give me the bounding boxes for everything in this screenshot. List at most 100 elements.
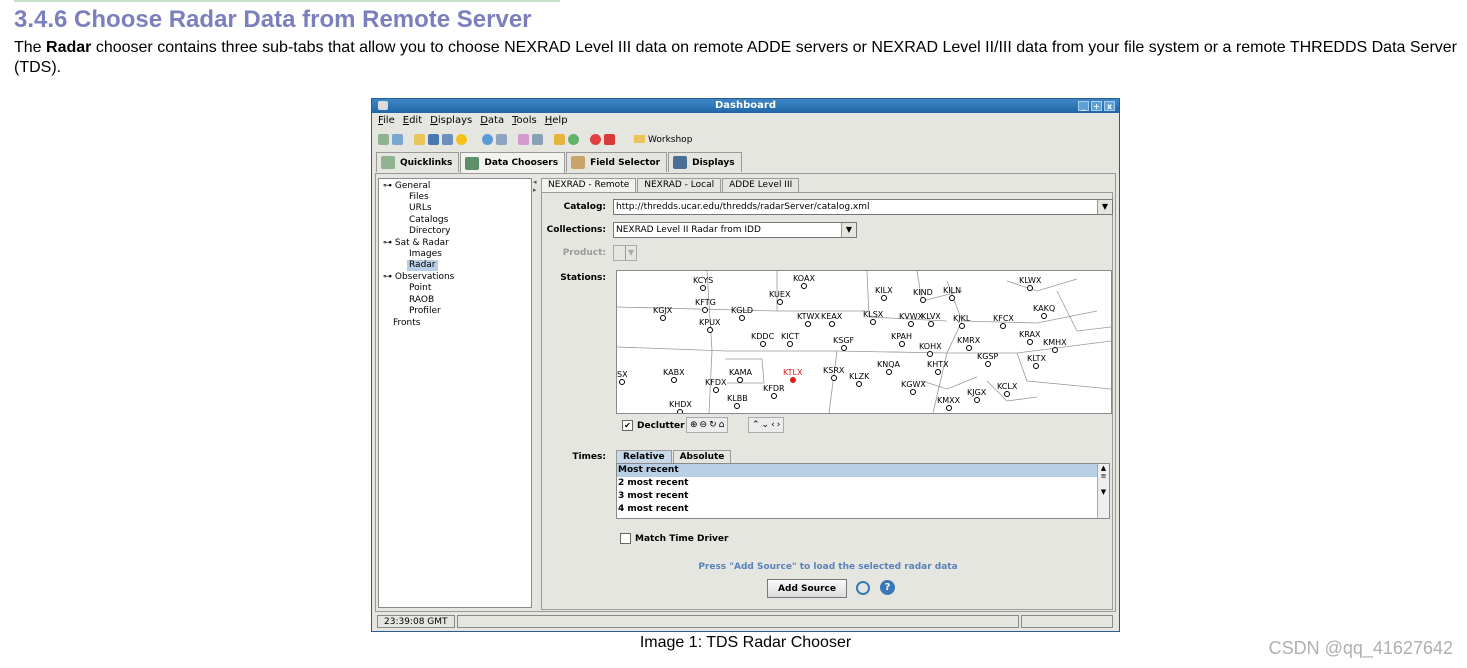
station-kvwx[interactable]: KVWX <box>899 313 923 327</box>
reset-view-icon[interactable]: ↻ <box>709 420 717 430</box>
tree-fronts[interactable]: Fronts <box>393 318 420 329</box>
info-icon[interactable] <box>482 134 493 145</box>
pan-up-icon[interactable]: ⌃ <box>752 420 760 430</box>
collections-combo[interactable]: NEXRAD Level II Radar from IDD ▼ <box>613 222 857 238</box>
tree-point[interactable]: Point <box>409 283 431 294</box>
tree-general[interactable]: ⊶ General <box>383 181 430 192</box>
add-source-button[interactable]: Add Source <box>767 579 847 598</box>
station-kjkl[interactable]: KJKL <box>953 315 970 329</box>
list-item[interactable]: 2 most recent <box>617 477 1109 490</box>
station-klvx[interactable]: KLVX <box>921 313 941 327</box>
station-ksgf[interactable]: KSGF <box>833 337 854 351</box>
tree-sat-radar[interactable]: ⊶ Sat & Radar <box>383 238 449 249</box>
station-khtx[interactable]: KHTX <box>927 361 949 375</box>
stations-map[interactable]: KCYS KGJX KFTG KPUX KGLD KUEX KOAX KILX KIND KILN… <box>616 270 1112 414</box>
tree-radar[interactable]: Radar <box>407 260 438 271</box>
station-keax[interactable]: KEAX <box>821 313 842 327</box>
station-koax[interactable]: KOAX <box>793 275 815 289</box>
station-knqa[interactable]: KNQA <box>877 361 900 375</box>
subtab-nexrad-local[interactable]: NEXRAD - Local <box>637 178 722 192</box>
workshop-button[interactable]: Workshop <box>634 135 692 145</box>
tree-catalogs[interactable]: Catalogs <box>409 215 448 226</box>
list-item[interactable]: 4 most recent <box>617 503 1109 516</box>
window-titlebar[interactable]: Dashboard _ + x <box>372 99 1119 113</box>
menu-displays[interactable]: Displays <box>430 113 472 129</box>
eraser-icon[interactable] <box>518 134 529 145</box>
menu-help[interactable]: Help <box>545 113 568 129</box>
station-kama[interactable]: KAMA <box>729 369 752 383</box>
station-klbb[interactable]: KLBB <box>727 395 748 409</box>
tab-relative[interactable]: Relative <box>616 450 672 463</box>
dashboard-icon[interactable] <box>378 134 389 145</box>
station-krax[interactable]: KRAX <box>1019 331 1040 345</box>
station-kpux[interactable]: KPUX <box>699 319 720 333</box>
save-icon[interactable] <box>428 134 439 145</box>
help-icon[interactable]: ? <box>880 580 895 595</box>
pan-left-icon[interactable]: ‹ <box>771 420 775 430</box>
station-kict[interactable]: KICT <box>781 333 799 347</box>
list-item[interactable]: 3 most recent <box>617 490 1109 503</box>
station-ksrx[interactable]: KSRX <box>823 367 844 381</box>
station-kclx[interactable]: KCLX <box>997 383 1017 397</box>
station-kmhx[interactable]: KMHX <box>1043 339 1067 353</box>
menu-file[interactable]: File <box>378 113 395 129</box>
zoom-out-icon[interactable]: ⊖ <box>700 420 708 430</box>
station-kfdx[interactable]: KFDX <box>705 379 727 393</box>
subtab-nexrad-remote[interactable]: NEXRAD - Remote <box>541 178 637 192</box>
station-kcys[interactable]: KCYS <box>693 277 713 291</box>
station-klwx[interactable]: KLWX <box>1019 277 1041 291</box>
station-kgld[interactable]: KGLD <box>731 307 753 321</box>
station-kltx[interactable]: KLTX <box>1027 355 1046 369</box>
station-kind[interactable]: KIND <box>913 289 933 303</box>
tab-quicklinks[interactable]: Quicklinks <box>376 152 460 172</box>
globe-icon[interactable] <box>568 134 579 145</box>
station-ktwx[interactable]: KTWX <box>797 313 820 327</box>
catalog-combo[interactable]: http://thredds.ucar.edu/thredds/radarSer… <box>613 199 1113 215</box>
menu-edit[interactable]: Edit <box>403 113 422 129</box>
close-icon[interactable]: x <box>1104 101 1115 111</box>
tree-images[interactable]: Images <box>409 249 442 260</box>
station-kiln[interactable]: KILN <box>943 287 961 301</box>
stop-icon[interactable] <box>590 134 601 145</box>
tree-urls[interactable]: URLs <box>409 203 432 214</box>
station-kmrx[interactable]: KMRX <box>957 337 980 351</box>
match-time-driver-checkbox[interactable] <box>620 533 631 544</box>
chevron-down-icon[interactable]: ▼ <box>1097 200 1112 214</box>
maximize-icon[interactable]: + <box>1091 101 1102 111</box>
favorite-star-icon[interactable] <box>456 134 467 145</box>
station-kddc[interactable]: KDDC <box>751 333 774 347</box>
tree-raob[interactable]: RAOB <box>409 295 434 306</box>
tree-files[interactable]: Files <box>409 192 429 203</box>
minimize-icon[interactable]: _ <box>1078 101 1089 111</box>
chevron-down-icon[interactable]: ▼ <box>841 223 856 237</box>
station-kilx[interactable]: KILX <box>875 287 893 301</box>
station-kgsp[interactable]: KGSP <box>977 353 998 367</box>
station-klzk[interactable]: KLZK <box>849 373 869 387</box>
station-sx[interactable]: SX <box>617 371 628 385</box>
new-window-icon[interactable] <box>392 134 403 145</box>
station-kgjx[interactable]: KGJX <box>653 307 672 321</box>
home-icon[interactable]: ⌂ <box>719 420 725 430</box>
tree-directory[interactable]: Directory <box>409 226 450 237</box>
tree-profiler[interactable]: Profiler <box>409 306 441 317</box>
tools-icon[interactable] <box>532 134 543 145</box>
station-khdx[interactable]: KHDX <box>669 401 692 413</box>
station-ktlx[interactable]: KTLX <box>783 369 802 383</box>
open-folder-icon[interactable] <box>414 134 425 145</box>
pan-down-icon[interactable]: ⌄ <box>762 420 770 430</box>
match-time-driver-toggle[interactable]: Match Time Driver <box>620 533 728 544</box>
station-kgwx[interactable]: KGWX <box>901 381 926 395</box>
menu-tools[interactable]: Tools <box>512 113 537 129</box>
station-kftg[interactable]: KFTG <box>695 299 716 313</box>
pan-right-icon[interactable]: › <box>777 420 781 430</box>
station-kpah[interactable]: KPAH <box>891 333 912 347</box>
zoom-in-icon[interactable]: ⊕ <box>690 420 698 430</box>
station-kabx[interactable]: KABX <box>663 369 685 383</box>
refresh-icon[interactable] <box>856 581 870 595</box>
station-kfdr[interactable]: KFDR <box>763 385 785 399</box>
times-scrollbar[interactable]: ▲ ≡ ▼ <box>1097 464 1109 518</box>
subtab-adde-level3[interactable]: ADDE Level III <box>722 178 800 192</box>
station-kakq[interactable]: KAKQ <box>1033 305 1055 319</box>
station-kuex[interactable]: KUEX <box>769 291 790 305</box>
mail-icon[interactable] <box>496 134 507 145</box>
